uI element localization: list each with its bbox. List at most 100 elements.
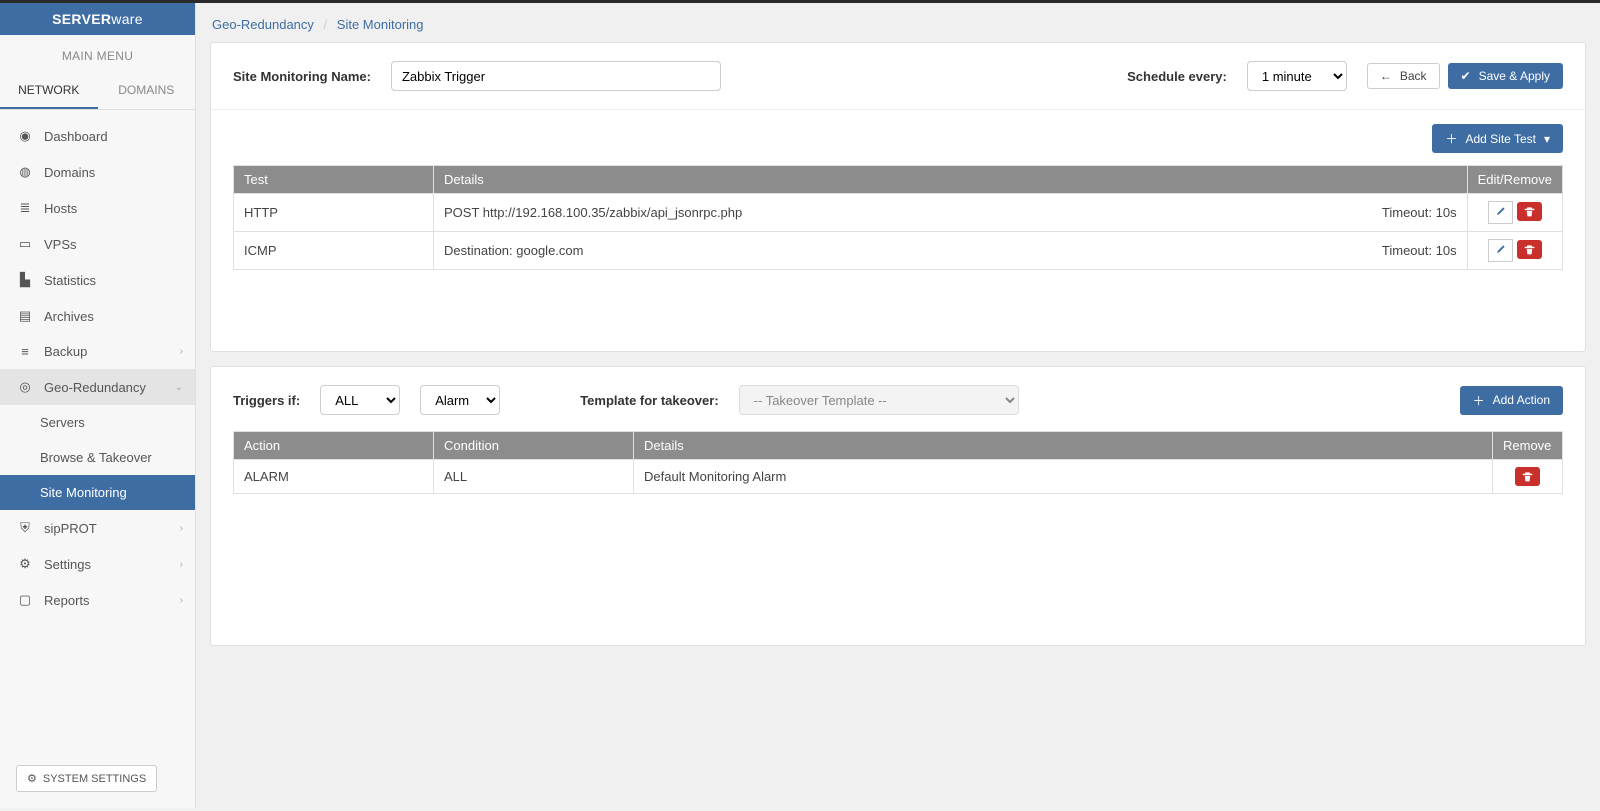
nav-domains[interactable]: ◍Domains [0,154,195,190]
tab-network[interactable]: NETWORK [0,73,98,109]
breadcrumb-current[interactable]: Site Monitoring [337,17,424,32]
check-icon: ✔ [1461,69,1471,83]
add-site-test-button[interactable]: ＋ Add Site Test ▾ [1432,124,1563,153]
edit-icon [1495,244,1506,255]
nav-settings[interactable]: ⚙ Settings › [0,546,195,582]
system-settings-label: SYSTEM SETTINGS [43,773,146,785]
add-site-test-label: Add Site Test [1465,132,1536,146]
nav-geo-site-label: Site Monitoring [40,485,127,500]
cell-actions [1467,232,1562,270]
delete-button[interactable] [1517,202,1542,221]
nav-geo-site[interactable]: Site Monitoring [0,475,195,510]
sidebar-footer: ⚙ SYSTEM SETTINGS [0,749,195,808]
nav-sipprot-label: sipPROT [44,521,97,536]
add-action-label: Add Action [1493,393,1550,407]
gears-icon: ⚙ [16,556,34,572]
nav-geo[interactable]: ◎Geo-Redundancy⌄ [0,369,195,405]
caret-down-icon: ▾ [1544,132,1550,146]
nav-reports-label: Reports [44,593,90,608]
nav-domains-label: Domains [44,165,95,180]
nav-backup[interactable]: ≡Backup› [0,334,195,369]
triggers-action-select[interactable]: Alarm [420,385,500,415]
nav-hosts[interactable]: ≣ Hosts [0,190,195,226]
edit-icon [1495,206,1506,217]
th-remove: Remove [1493,432,1563,460]
main: Geo-Redundancy / Site Monitoring Site Mo… [196,3,1600,808]
system-settings-button[interactable]: ⚙ SYSTEM SETTINGS [16,765,157,792]
nav-vpss[interactable]: ▭ VPSs [0,226,195,262]
laptop-icon: ▭ [16,236,34,252]
nav-vpss-label: VPSs [44,237,77,252]
nav-dashboard-label: Dashboard [44,129,108,144]
shield-icon: ⛨ [16,520,34,536]
edit-button[interactable] [1488,201,1513,224]
cell-test: HTTP [234,194,434,232]
tab-domains[interactable]: DOMAINS [98,73,196,109]
sidebar: SERVERware MAIN MENU NETWORK DOMAINS ◉ Da… [0,3,196,808]
nav-reports[interactable]: ▢Reports› [0,582,195,618]
back-button-label: Back [1400,69,1427,83]
th-test: Test [234,166,434,194]
brand-part2: ware [111,11,143,27]
trash-icon [1522,471,1533,482]
cell-condition: ALL [434,460,634,494]
nav-geo-servers[interactable]: Servers [0,405,195,440]
nav-sipprot[interactable]: ⛨sipPROT› [0,510,195,546]
globe2-icon: ◎ [16,379,34,395]
nav-geo-browse[interactable]: Browse & Takeover [0,440,195,475]
th-details: Details [434,166,1468,194]
cell-details: Destination: google.comTimeout: 10s [434,232,1468,270]
panel-tests: Site Monitoring Name: Schedule every: 1 … [210,42,1586,352]
main-menu-label: MAIN MENU [0,35,195,73]
name-label: Site Monitoring Name: [233,69,371,84]
th-condition: Condition [434,432,634,460]
back-button[interactable]: ← Back [1367,63,1440,89]
nav-list: ◉ Dashboard ◍Domains ≣ Hosts ▭ VPSs ▙ Statis… [0,110,195,618]
actions-table: Action Condition Details Remove ALARMALL… [233,431,1563,494]
nav-backup-label: Backup [44,344,87,359]
chevron-right-icon: › [180,595,183,606]
th-adetails: Details [634,432,1493,460]
dashboard-icon: ◉ [16,128,34,144]
th-edit: Edit/Remove [1467,166,1562,194]
nav-statistics-label: Statistics [44,273,96,288]
th-action: Action [234,432,434,460]
nav-geo-servers-label: Servers [40,415,85,430]
brand: SERVERware [0,3,195,35]
schedule-label: Schedule every: [1127,69,1227,84]
template-label: Template for takeover: [580,393,718,408]
cell-adetails: Default Monitoring Alarm [634,460,1493,494]
triggers-label: Triggers if: [233,393,300,408]
trash-icon [1524,206,1535,217]
chevron-right-icon: › [180,559,183,570]
triggers-condition-select[interactable]: ALL [320,385,400,415]
chevron-down-icon: ⌄ [175,382,183,393]
triggers-row: Triggers if: ALL Alarm Template for take… [211,367,1585,425]
delete-button[interactable] [1517,240,1542,259]
chart-icon: ▙ [16,272,34,288]
schedule-select[interactable]: 1 minute [1247,61,1347,91]
database-icon: ≡ [16,344,34,359]
nav-settings-label: Settings [44,557,91,572]
list-icon: ≣ [16,200,34,216]
delete-button[interactable] [1515,467,1540,486]
add-action-button[interactable]: ＋ Add Action [1460,386,1563,415]
name-input[interactable] [391,61,721,91]
edit-button[interactable] [1488,239,1513,262]
nav-dashboard[interactable]: ◉ Dashboard [0,118,195,154]
nav-archives[interactable]: ▤Archives [0,298,195,334]
panel-actions: Triggers if: ALL Alarm Template for take… [210,366,1586,646]
arrow-left-icon: ← [1380,69,1392,83]
save-apply-button[interactable]: ✔ Save & Apply [1448,63,1563,89]
breadcrumb-parent[interactable]: Geo-Redundancy [212,17,314,32]
table-row: ICMPDestination: google.comTimeout: 10s [234,232,1563,270]
nav-archives-label: Archives [44,309,94,324]
cell-actions [1467,194,1562,232]
table-row: HTTPPOST http://192.168.100.35/zabbix/ap… [234,194,1563,232]
cell-details: POST http://192.168.100.35/zabbix/api_js… [434,194,1468,232]
sidebar-tabs: NETWORK DOMAINS [0,73,195,110]
nav-hosts-label: Hosts [44,201,77,216]
breadcrumb: Geo-Redundancy / Site Monitoring [210,3,1586,42]
nav-statistics[interactable]: ▙ Statistics [0,262,195,298]
plus-circle-icon: ＋ [1445,130,1457,147]
